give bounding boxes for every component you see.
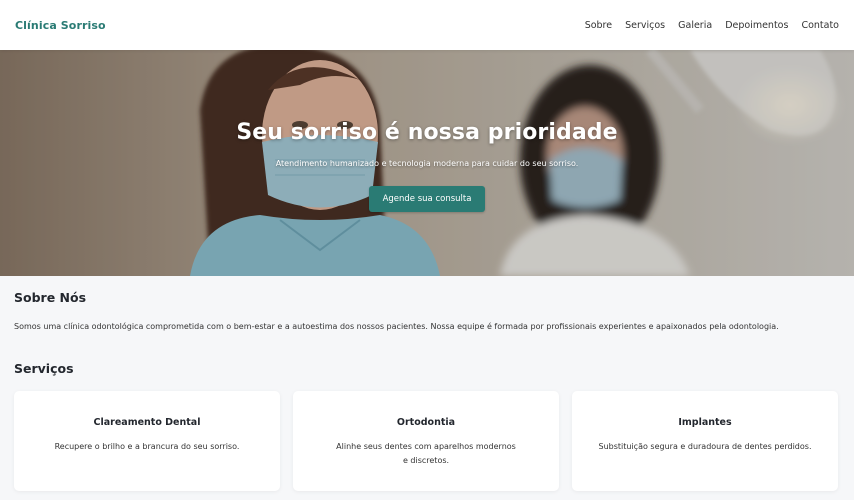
about-section-title: Sobre Nós: [14, 290, 87, 305]
nav-link-contato[interactable]: Contato: [801, 20, 839, 31]
brand-logo[interactable]: Clínica Sorriso: [15, 19, 106, 32]
service-card-clareamento: Clareamento Dental Recupere o brilho e a…: [14, 391, 280, 491]
hero-subtitle: Atendimento humanizado e tecnologia mode…: [275, 159, 579, 168]
service-card-title: Ortodontia: [396, 417, 456, 428]
hero-section: Seu sorriso é nossa prioridade Atendimen…: [0, 50, 854, 276]
schedule-appointment-button[interactable]: Agende sua consulta: [368, 186, 486, 212]
service-card-ortodontia: Ortodontia Alinhe seus dentes com aparel…: [293, 391, 559, 491]
service-card-text: Substituição segura e duradoura de dente…: [598, 442, 812, 451]
services-cards: Clareamento Dental Recupere o brilho e a…: [14, 391, 839, 491]
main-nav: Sobre Serviços Galeria Depoimentos Conta…: [585, 20, 839, 31]
nav-link-sobre[interactable]: Sobre: [585, 20, 612, 31]
service-card-text: Alinhe seus dentes com aparelhos moderno…: [336, 442, 516, 465]
hero-title: Seu sorriso é nossa prioridade: [236, 120, 618, 145]
nav-link-depoimentos[interactable]: Depoimentos: [725, 20, 788, 31]
hero-content: Seu sorriso é nossa prioridade Atendimen…: [0, 120, 854, 212]
services-section-title: Serviços: [14, 361, 74, 376]
service-card-title: Implantes: [678, 417, 732, 428]
service-card-text: Recupere o brilho e a brancura do seu so…: [54, 442, 240, 451]
service-card-implantes: Implantes Substituição segura e duradour…: [572, 391, 838, 491]
site-header: Clínica Sorriso Sobre Serviços Galeria D…: [0, 0, 854, 50]
about-section-text: Somos uma clínica odontológica compromet…: [14, 322, 779, 331]
nav-link-servicos[interactable]: Serviços: [625, 20, 665, 31]
service-card-title: Clareamento Dental: [93, 417, 201, 428]
nav-link-galeria[interactable]: Galeria: [678, 20, 712, 31]
